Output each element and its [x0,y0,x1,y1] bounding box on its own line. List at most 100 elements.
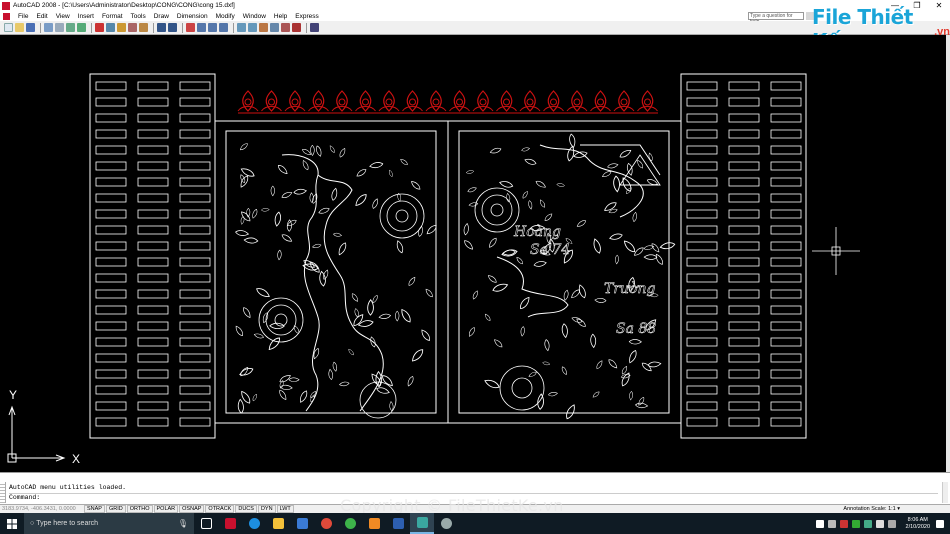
tray-teal-icon[interactable] [863,519,872,528]
open-icon[interactable] [15,23,24,32]
annotation-scale[interactable]: Annotation Scale: 1:1 ▾ [843,506,900,512]
taskbar-explorer[interactable] [266,513,290,534]
taskbar-app-4[interactable] [386,513,410,534]
snap-toggle[interactable]: SNAP [84,505,105,513]
ducs-toggle[interactable]: DUCS [235,505,257,513]
leaf-cutout [388,169,394,178]
crosshair-cursor [812,227,860,275]
taskbar-chrome[interactable] [314,513,338,534]
lwt-toggle[interactable]: LWT [276,505,294,513]
volume-icon[interactable] [875,519,884,528]
microphone-icon[interactable]: 🎙 [178,519,188,528]
language-icon[interactable] [887,519,896,528]
plot-preview-icon[interactable] [55,23,64,32]
taskbar-edge[interactable] [242,513,266,534]
plot-icon[interactable] [44,23,53,32]
menu-help[interactable]: Help [270,13,291,20]
folder-icon [272,518,284,529]
leaf-cutout [311,243,322,249]
menu-edit[interactable]: Edit [32,13,51,20]
menu-format[interactable]: Format [98,13,127,20]
shutter-slot [179,417,211,427]
leaf-cutout [492,337,504,349]
ornament-motif [308,90,329,112]
leaf-cutout [270,185,275,197]
task-view-button[interactable] [194,513,218,534]
shutter-slot [95,289,127,299]
zoom-window-icon[interactable] [208,23,217,32]
leaf-cutout [239,209,252,223]
shutter-slot [728,273,760,283]
leaf-cutout [238,142,249,152]
tray-red-icon[interactable] [839,519,848,528]
menu-modify[interactable]: Modify [212,13,239,20]
taskbar-autocad[interactable] [410,513,434,534]
shutter-slot [179,241,211,251]
shutter-slot [728,353,760,363]
quickcalc-icon[interactable] [292,23,301,32]
drawing-canvas[interactable]: Hoàng Sa 74 Trường Sa 88 Y X [0,35,946,472]
redo-icon[interactable] [168,23,177,32]
sheet-set-icon[interactable] [270,23,279,32]
menu-insert[interactable]: Insert [74,13,98,20]
pan-icon[interactable] [186,23,195,32]
ornament-motif [402,90,423,112]
leaf-cutout [317,206,331,216]
shutter-slot [179,273,211,283]
zoom-realtime-icon[interactable] [197,23,206,32]
command-scrollbar[interactable] [942,482,948,503]
taskbar-clock[interactable]: 8:06 AM 2/10/2020 [906,517,930,531]
leaf-cutout [572,150,589,160]
help-search-input[interactable]: Type a question for help [748,12,804,25]
markup-icon[interactable] [281,23,290,32]
menu-tools[interactable]: Tools [127,13,150,20]
dyn-toggle[interactable]: DYN [257,505,276,513]
notification-icon[interactable] [936,519,944,528]
zoom-previous-icon[interactable] [219,23,228,32]
taskbar-app-3[interactable] [362,513,386,534]
save-icon[interactable] [26,23,35,32]
paste-icon[interactable] [117,23,126,32]
menu-dimension[interactable]: Dimension [173,13,212,20]
undo-icon[interactable] [157,23,166,32]
tray-green-icon[interactable] [851,519,860,528]
3d-dwf-icon[interactable] [77,23,86,32]
taskbar-app-2[interactable] [338,513,362,534]
command-window-grip[interactable] [0,482,6,503]
taskbar-store[interactable] [290,513,314,534]
new-icon[interactable] [4,23,13,32]
leaf-cutout [353,192,369,208]
store-icon [296,518,308,529]
osnap-toggle[interactable]: OSNAP [179,505,205,513]
start-button[interactable] [0,513,24,534]
taskbar-app-1[interactable] [218,513,242,534]
properties-icon[interactable] [237,23,246,32]
block-editor-icon[interactable] [139,23,148,32]
cloud-icon[interactable] [815,519,824,528]
network-icon[interactable] [827,519,836,528]
menu-file[interactable]: File [14,13,32,20]
menu-view[interactable]: View [52,13,74,20]
menu-window[interactable]: Window [239,13,270,20]
document-icon[interactable] [3,12,10,20]
design-center-icon[interactable] [248,23,257,32]
menu-draw[interactable]: Draw [150,13,173,20]
drawing-vertical-scrollbar[interactable] [946,35,950,472]
help-icon[interactable] [310,23,319,32]
menu-express[interactable]: Express [291,13,322,20]
copy-icon[interactable] [106,23,115,32]
leaf-cutout [314,144,323,158]
cut-icon[interactable] [95,23,104,32]
grid-toggle[interactable]: GRID [105,505,126,513]
match-properties-icon[interactable] [128,23,137,32]
publish-icon[interactable] [66,23,75,32]
taskbar-search[interactable]: ○ Type here to search 🎙 [24,513,194,534]
tool-palettes-icon[interactable] [259,23,268,32]
ortho-toggle[interactable]: ORTHO [126,505,153,513]
leaf-cutout [277,388,288,402]
otrack-toggle[interactable]: OTRACK [205,505,235,513]
windows-logo-icon [7,518,17,529]
taskbar-app-5[interactable] [434,513,458,534]
autocad-app-icon[interactable] [2,1,10,10]
polar-toggle[interactable]: POLAR [153,505,179,513]
